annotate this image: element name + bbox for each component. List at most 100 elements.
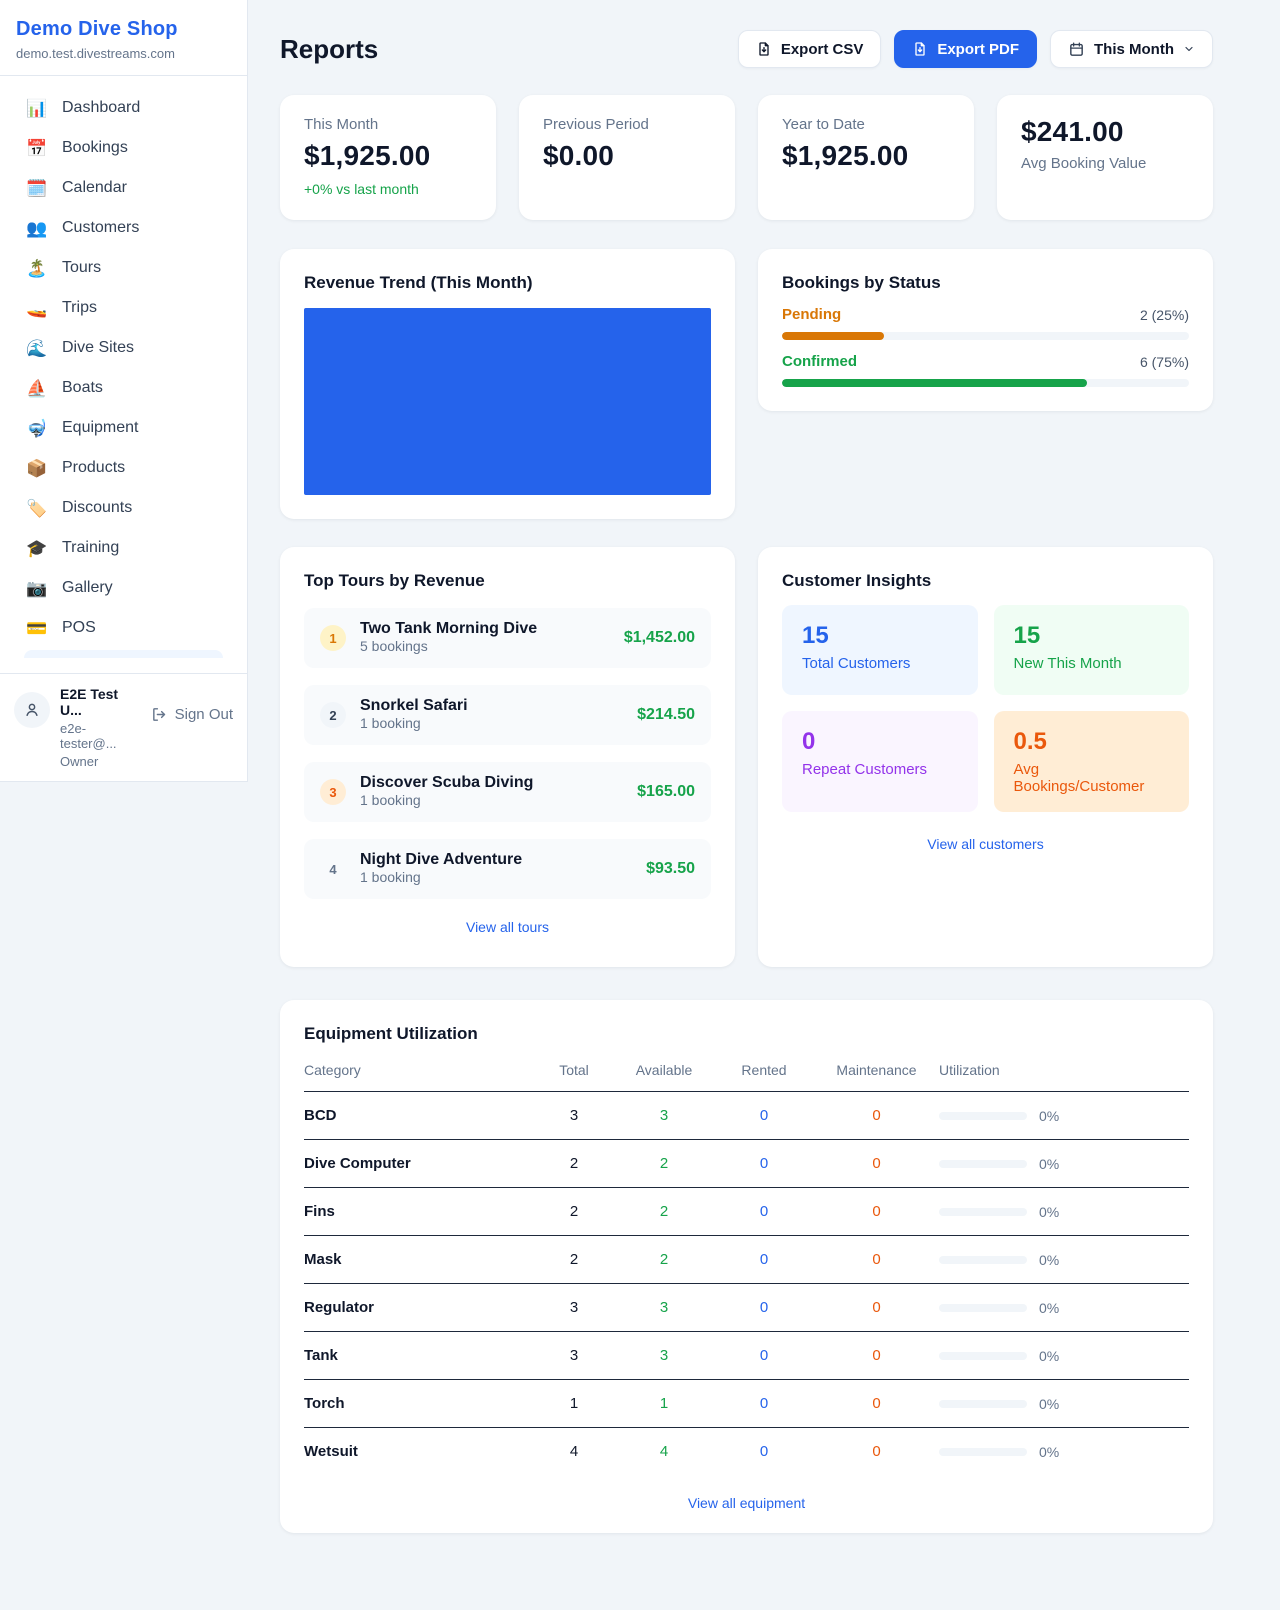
status-bar-track [782, 332, 1189, 340]
tile-value: 15 [1014, 622, 1170, 650]
utilization-percent: 0% [1039, 1348, 1059, 1364]
cell-total: 3 [534, 1299, 614, 1316]
export-csv-button[interactable]: Export CSV [738, 30, 882, 68]
utilization-percent: 0% [1039, 1204, 1059, 1220]
tour-row[interactable]: 4 Night Dive Adventure1 booking $93.50 [304, 839, 711, 899]
cell-total: 3 [534, 1107, 614, 1124]
stat-card-this-month: This Month $1,925.00 +0% vs last month [280, 95, 496, 220]
sidebar-item-training[interactable]: 🎓Training [12, 530, 235, 566]
cell-rented: 0 [714, 1299, 814, 1316]
period-select[interactable]: This Month [1050, 30, 1213, 68]
tour-revenue: $1,452.00 [624, 629, 695, 647]
status-value: 6 (75%) [1140, 354, 1189, 370]
diving-mask-icon: 🤿 [26, 420, 48, 437]
avatar [14, 692, 50, 728]
cell-total: 3 [534, 1347, 614, 1364]
cell-rented: 0 [714, 1155, 814, 1172]
sidebar-item-label: Products [62, 459, 125, 477]
utilization-percent: 0% [1039, 1156, 1059, 1172]
sidebar-item-label: Calendar [62, 179, 127, 197]
cell-utilization: 0% [939, 1396, 1189, 1412]
sidebar-item-label: Customers [62, 219, 139, 237]
view-all-equipment-link[interactable]: View all equipment [304, 1495, 1189, 1511]
cell-utilization: 0% [939, 1156, 1189, 1172]
sidebar-item-gallery[interactable]: 📷Gallery [12, 570, 235, 606]
cell-available: 3 [614, 1107, 714, 1124]
tour-bookings: 1 booking [360, 869, 421, 885]
cell-category: Torch [304, 1395, 534, 1412]
sidebar-item-bookings[interactable]: 📅Bookings [12, 130, 235, 166]
equipment-utilization-title: Equipment Utilization [304, 1024, 1189, 1044]
sidebar-item-tours[interactable]: 🏝️ Tours [12, 250, 235, 286]
sidebar-item-products[interactable]: 📦 Products [12, 450, 235, 486]
status-bar-fill [782, 332, 884, 340]
col-total: Total [534, 1062, 614, 1078]
sidebar-item-reports-partial[interactable] [24, 650, 223, 658]
status-row-confirmed: Confirmed 6 (75%) [782, 353, 1189, 387]
tour-bookings: 5 bookings [360, 638, 428, 654]
cell-rented: 0 [714, 1395, 814, 1412]
stat-label: Avg Booking Value [1021, 155, 1189, 172]
brand-title[interactable]: Demo Dive Shop [16, 18, 231, 41]
stat-value: $0.00 [543, 140, 711, 172]
cell-rented: 0 [714, 1347, 814, 1364]
cell-category: Regulator [304, 1299, 534, 1316]
sign-out-button[interactable]: Sign Out [151, 706, 233, 723]
tile-value: 0.5 [1014, 728, 1170, 756]
cell-category: Mask [304, 1251, 534, 1268]
table-header-row: Category Total Available Rented Maintena… [304, 1062, 1189, 1092]
equipment-table: Category Total Available Rented Maintena… [304, 1062, 1189, 1475]
tour-row[interactable]: 3 Discover Scuba Diving1 booking $165.00 [304, 762, 711, 822]
cell-available: 2 [614, 1155, 714, 1172]
brand-domain: demo.test.divestreams.com [16, 46, 231, 61]
col-utilization: Utilization [939, 1062, 1189, 1078]
utilization-percent: 0% [1039, 1396, 1059, 1412]
cell-maintenance: 0 [814, 1155, 939, 1172]
package-icon: 📦 [26, 460, 48, 477]
rank-badge: 2 [320, 702, 346, 728]
utilization-bar-track [939, 1304, 1027, 1312]
sidebar-item-calendar[interactable]: 🗓️Calendar [12, 170, 235, 206]
sidebar-item-discounts[interactable]: 🏷️Discounts [12, 490, 235, 526]
calendar-icon [1068, 41, 1085, 58]
tour-row[interactable]: 2 Snorkel Safari1 booking $214.50 [304, 685, 711, 745]
utilization-bar-track [939, 1400, 1027, 1408]
view-all-tours-link[interactable]: View all tours [304, 919, 711, 935]
wave-icon: 🌊 [26, 340, 48, 357]
export-pdf-button[interactable]: Export PDF [894, 30, 1037, 68]
sidebar-item-customers[interactable]: 👥Customers [12, 210, 235, 246]
cell-available: 2 [614, 1203, 714, 1220]
file-download-icon [912, 41, 928, 57]
tile-value: 0 [802, 728, 958, 756]
cell-available: 3 [614, 1299, 714, 1316]
cell-utilization: 0% [939, 1108, 1189, 1124]
utilization-bar-track [939, 1256, 1027, 1264]
sidebar-item-label: Tours [62, 259, 101, 277]
table-row: Wetsuit 4 4 0 0 0% [304, 1428, 1189, 1475]
sidebar-item-boats[interactable]: ⛵Boats [12, 370, 235, 406]
chevron-down-icon [1183, 43, 1195, 55]
sidebar-item-equipment[interactable]: 🤿Equipment [12, 410, 235, 446]
sidebar-item-dashboard[interactable]: 📊Dashboard [12, 90, 235, 126]
table-row: Fins 2 2 0 0 0% [304, 1188, 1189, 1236]
dashboard-icon: 📊 [26, 100, 48, 117]
utilization-bar-track [939, 1208, 1027, 1216]
tour-bookings: 1 booking [360, 792, 421, 808]
view-all-customers-link[interactable]: View all customers [782, 836, 1189, 852]
sidebar-item-dive-sites[interactable]: 🌊Dive Sites [12, 330, 235, 366]
cell-total: 2 [534, 1251, 614, 1268]
header-actions: Export CSV Export PDF This Month [738, 30, 1213, 68]
table-row: Regulator 3 3 0 0 0% [304, 1284, 1189, 1332]
sidebar-item-trips[interactable]: 🚤Trips [12, 290, 235, 326]
export-pdf-label: Export PDF [937, 41, 1019, 58]
sidebar-item-pos[interactable]: 💳POS [12, 610, 235, 646]
tile-label: Total Customers [802, 655, 958, 672]
tour-row[interactable]: 1 Two Tank Morning Dive5 bookings $1,452… [304, 608, 711, 668]
cell-total: 2 [534, 1203, 614, 1220]
insight-tiles: 15 Total Customers 15 New This Month 0 R… [782, 605, 1189, 812]
customer-insights-title: Customer Insights [782, 571, 1189, 591]
customer-insights-card: Customer Insights 15 Total Customers 15 … [758, 547, 1213, 967]
stat-label: Previous Period [543, 116, 711, 133]
tour-bookings: 1 booking [360, 715, 421, 731]
island-icon: 🏝️ [26, 260, 48, 277]
